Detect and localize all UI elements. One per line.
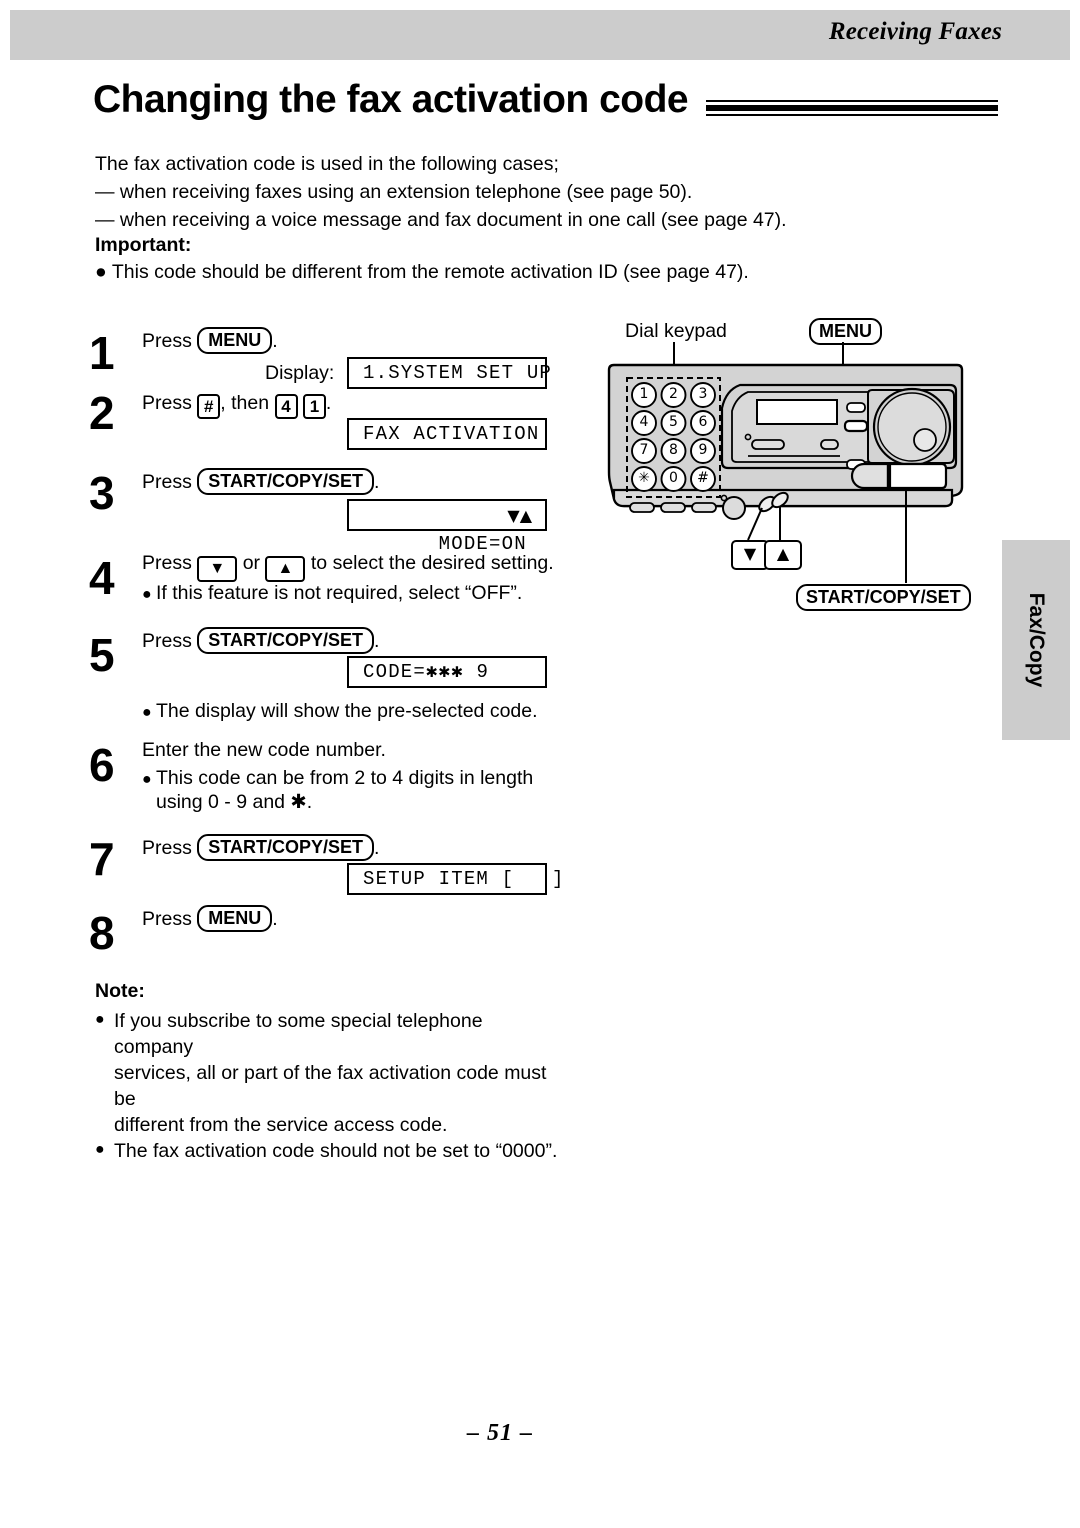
keypad-key-1[interactable]: 1	[632, 386, 656, 402]
digit-key-1[interactable]: 1	[302, 394, 326, 419]
note-item-1-line-1: If you subscribe to some special telepho…	[114, 1010, 483, 1058]
step-7-text: Press START/COPY/SET.	[142, 834, 379, 861]
step-4-bullet-text: If this feature is not required, select …	[156, 582, 523, 604]
display-label: Display:	[265, 362, 335, 384]
manual-page: Receiving Faxes Changing the fax activat…	[0, 0, 1080, 1528]
step-4-press-word: Press	[142, 552, 192, 574]
side-tab-fax-copy: Fax/Copy	[1002, 540, 1070, 740]
step-5-period: .	[373, 630, 380, 652]
keypad-key-7[interactable]: 7	[632, 442, 656, 458]
section-title: Receiving Faxes	[828, 18, 1002, 45]
bullet-dot-icon: ●	[142, 704, 152, 721]
note-item-2: ● The fax activation code should not be …	[95, 1138, 565, 1164]
fax-machine-figure: Dial keypad MENU ▼ ▲ START/COPY/SET 1 2 …	[600, 312, 1000, 642]
step-4-or-word: or	[242, 552, 261, 574]
keypad-key-asterisk[interactable]: ✳	[632, 470, 656, 486]
bullet-dot-icon: ●	[95, 1011, 105, 1028]
bullet-dot-icon: ●	[142, 771, 152, 788]
step-1-press-word: Press	[142, 330, 192, 352]
lcd-display-5: CODE=✱✱✱ 9	[347, 656, 547, 688]
digit-key-4[interactable]: 4	[274, 394, 298, 419]
hash-key[interactable]: #	[197, 394, 221, 419]
menu-keycap[interactable]: MENU	[197, 327, 273, 354]
lcd-display-1: 1.SYSTEM SET UP	[347, 357, 551, 389]
keypad-key-6[interactable]: 6	[691, 414, 715, 430]
step-number-3: 3	[89, 467, 115, 519]
step-6-text: Enter the new code number.	[142, 739, 386, 761]
lcd-3-arrows-icon: ▼▲	[507, 506, 532, 525]
step-7-press-word: Press	[142, 837, 192, 859]
dial-keypad[interactable]: 1 2 3 4 5 6 7 8 9 ✳ 0 #	[627, 378, 720, 497]
keypad-key-hash[interactable]: #	[691, 470, 715, 486]
step-number-7: 7	[89, 833, 115, 885]
step-number-6: 6	[89, 739, 115, 791]
step-4-bullet: ● If this feature is not required, select…	[142, 580, 522, 608]
step-4-text: Press ▼ or ▲ to select the desired setti…	[142, 550, 554, 582]
title-rule-decoration	[706, 97, 998, 118]
step-number-4: 4	[89, 552, 115, 604]
note-item-1-line-3: different from the service access code.	[114, 1114, 448, 1136]
note-item-1-line-2: services, all or part of the fax activat…	[114, 1062, 547, 1110]
up-arrow-callout-icon: ▲	[764, 540, 802, 570]
step-2-text: Press #, then 4 1.	[142, 390, 331, 419]
step-number-1: 1	[89, 327, 115, 379]
step-5-bullet-text: The display will show the pre-selected c…	[156, 700, 538, 722]
page-number: – 51 –	[467, 1420, 533, 1446]
step-8-period: .	[272, 908, 278, 930]
start-copy-set-keycap[interactable]: START/COPY/SET	[197, 627, 374, 654]
page-number-footer: – 51 –	[0, 1420, 1080, 1447]
note-item-2-text: The fax activation code should not be se…	[114, 1140, 558, 1162]
keypad-key-3[interactable]: 3	[691, 386, 715, 402]
step-3-press-word: Press	[142, 471, 192, 493]
step-3-period: .	[373, 471, 380, 493]
step-number-5: 5	[89, 629, 115, 681]
start-copy-set-callout-label: START/COPY/SET	[796, 584, 971, 611]
step-1-period: .	[272, 330, 278, 352]
up-arrow-key[interactable]: ▲	[265, 556, 306, 582]
lcd-display-7: SETUP ITEM [ ]	[347, 863, 563, 895]
start-copy-set-keycap[interactable]: START/COPY/SET	[197, 468, 374, 495]
step-6-bullet-text: This code can be from 2 to 4 digits in l…	[156, 767, 534, 789]
keypad-key-8[interactable]: 8	[662, 442, 686, 458]
step-3-text: Press START/COPY/SET.	[142, 468, 379, 495]
step-8-text: Press MENU.	[142, 905, 278, 932]
start-copy-set-keycap[interactable]: START/COPY/SET	[197, 834, 374, 861]
note-label: Note:	[95, 980, 145, 1002]
step-2-then-word: , then	[220, 392, 270, 414]
step-2-press-word: Press	[142, 392, 192, 414]
side-tab-label: Fax/Copy	[1025, 592, 1048, 688]
step-5-press-word: Press	[142, 630, 192, 652]
lcd-display-3: MODE=ON ▼▲	[347, 499, 547, 555]
keypad-key-9[interactable]: 9	[691, 442, 715, 458]
step-1-text: Press MENU.	[142, 327, 278, 354]
down-arrow-key[interactable]: ▼	[197, 556, 238, 582]
step-7-period: .	[373, 837, 380, 859]
step-5-bullet: ● The display will show the pre-selected …	[142, 698, 538, 726]
procedure-steps: 1 Press MENU. Display: 1.SYSTEM SET UP 2…	[0, 0, 600, 1000]
keypad-key-4[interactable]: 4	[632, 414, 656, 430]
step-5-text: Press START/COPY/SET.	[142, 627, 379, 654]
keypad-key-2[interactable]: 2	[662, 386, 686, 402]
step-2-period: .	[325, 392, 332, 414]
menu-keycap[interactable]: MENU	[197, 905, 273, 932]
step-6-bullet-cont: using 0 - 9 and ✱.	[156, 791, 313, 813]
note-list: ● If you subscribe to some special telep…	[95, 1008, 565, 1164]
bullet-dot-icon: ●	[142, 586, 152, 603]
step-8-press-word: Press	[142, 908, 192, 930]
lcd-display-2: FAX ACTIVATION	[347, 418, 547, 450]
step-number-8: 8	[89, 907, 115, 959]
keypad-key-5[interactable]: 5	[662, 414, 686, 430]
step-4-tail: to select the desired setting.	[310, 552, 554, 574]
keypad-key-0[interactable]: 0	[662, 470, 686, 486]
step-number-2: 2	[89, 387, 115, 439]
note-item-1: ● If you subscribe to some special telep…	[95, 1008, 565, 1138]
bullet-dot-icon: ●	[95, 1141, 105, 1158]
